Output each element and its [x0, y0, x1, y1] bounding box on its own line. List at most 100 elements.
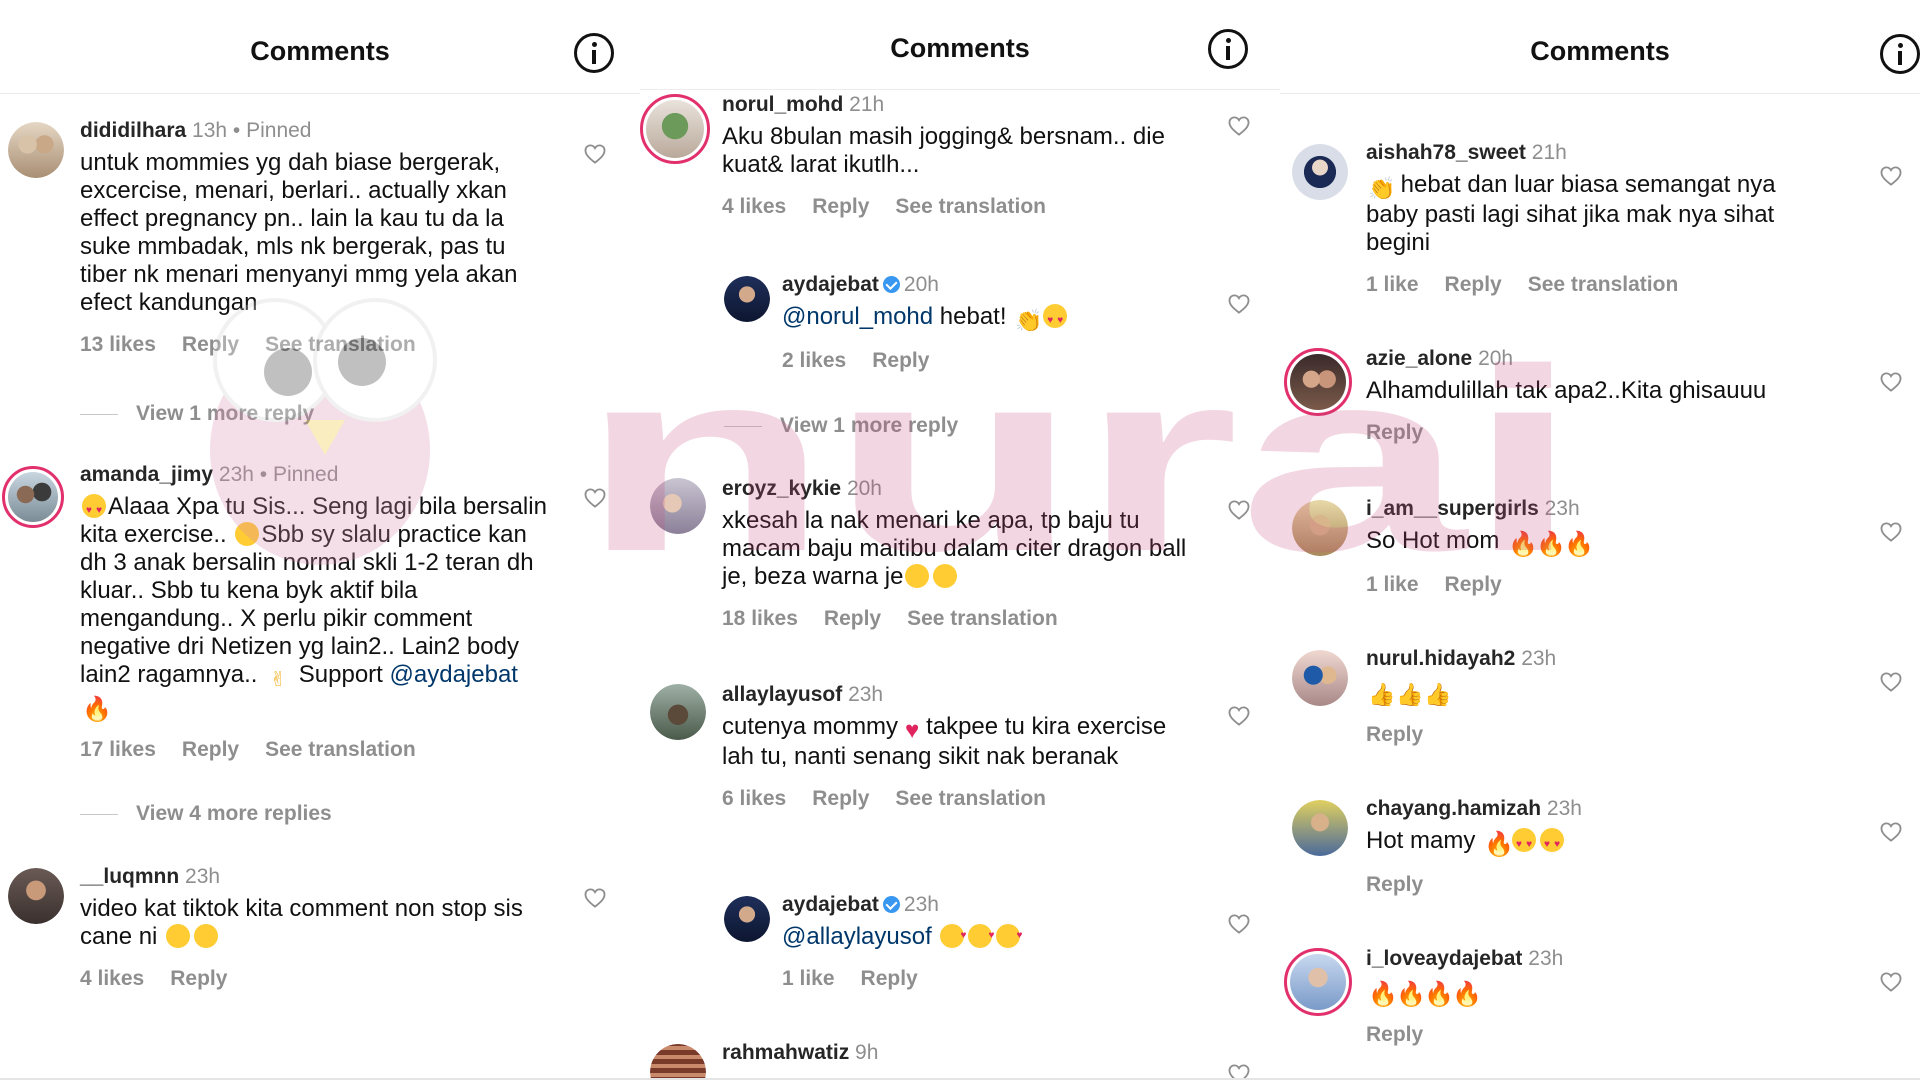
likes-count[interactable]: 1 like	[1366, 573, 1419, 596]
heart-outline-icon[interactable]	[1228, 294, 1250, 314]
comment-time: 21h	[849, 93, 885, 116]
avatar[interactable]	[1284, 948, 1352, 1016]
comment-username[interactable]: eroyz_kykie	[722, 477, 841, 500]
info-icon[interactable]	[1208, 29, 1248, 69]
comment-username[interactable]: nurul.hidayah2	[1366, 647, 1515, 670]
comment-username[interactable]: aydajebat	[782, 893, 879, 916]
likes-count[interactable]: 13 likes	[80, 333, 156, 356]
heart-outline-icon[interactable]	[1228, 706, 1250, 726]
comment-text: @allaylayusof	[782, 922, 1190, 951]
heart-outline-icon[interactable]	[1880, 972, 1902, 992]
comment-text: Hot mamy 🔥	[1366, 827, 1830, 859]
see-translation-button[interactable]: See translation	[265, 738, 416, 761]
avatar[interactable]	[1292, 144, 1348, 200]
reply-button[interactable]: Reply	[872, 349, 929, 372]
reply-button[interactable]: Reply	[170, 967, 227, 990]
comment-username[interactable]: __luqmnn	[80, 865, 179, 888]
reply-button[interactable]: Reply	[1366, 421, 1423, 444]
see-translation-button[interactable]: See translation	[895, 787, 1046, 810]
reply-button[interactable]: Reply	[1366, 873, 1423, 896]
reply-button[interactable]: Reply	[182, 333, 239, 356]
heart-eyes-emoji-icon	[82, 494, 106, 525]
avatar[interactable]	[8, 868, 64, 924]
info-icon[interactable]	[1880, 34, 1920, 74]
heart-outline-icon[interactable]	[1880, 672, 1902, 692]
pinned-label: • Pinned	[253, 463, 339, 486]
likes-count[interactable]: 2 likes	[782, 349, 846, 372]
mention-link[interactable]: @aydajebat	[390, 661, 518, 688]
reply-button[interactable]: Reply	[824, 607, 881, 630]
likes-count[interactable]: 6 likes	[722, 787, 786, 810]
likes-count[interactable]: 1 like	[782, 967, 835, 990]
likes-count[interactable]: 18 likes	[722, 607, 798, 630]
reply-button[interactable]: Reply	[1366, 1023, 1423, 1046]
comments-panel-2: Comments norul_mohd 21h Aku 8bulan masih…	[640, 0, 1280, 1080]
comment-username[interactable]: chayang.hamizah	[1366, 797, 1541, 820]
comment-username[interactable]: aishah78_sweet	[1366, 141, 1526, 164]
comment-username[interactable]: rahmahwatiz	[722, 1041, 849, 1064]
comments-header: Comments	[0, 0, 640, 94]
avatar[interactable]	[2, 466, 64, 528]
avatar[interactable]	[650, 478, 706, 534]
mention-link[interactable]: @allaylayusof	[782, 923, 932, 950]
heart-outline-icon[interactable]	[1880, 166, 1902, 186]
likes-count[interactable]: 1 like	[1366, 273, 1419, 296]
comment-time: 23h	[903, 893, 939, 916]
reply-button[interactable]: Reply	[1445, 273, 1502, 296]
comment-time: 23h	[1528, 947, 1564, 970]
see-translation-button[interactable]: See translation	[1528, 273, 1679, 296]
heart-outline-icon[interactable]	[584, 488, 606, 508]
heart-outline-icon[interactable]	[1880, 372, 1902, 392]
avatar[interactable]	[724, 896, 770, 942]
comment-username[interactable]: i_am__supergirls	[1366, 497, 1539, 520]
comment-username[interactable]: amanda_jimy	[80, 463, 213, 486]
comment-username[interactable]: dididilhara	[80, 119, 186, 142]
likes-count[interactable]: 17 likes	[80, 738, 156, 761]
heart-outline-icon[interactable]	[1228, 116, 1250, 136]
info-icon[interactable]	[574, 33, 614, 73]
heart-outline-icon[interactable]	[584, 144, 606, 164]
mention-link[interactable]: @norul_mohd	[782, 303, 933, 330]
comment-text: Alhamdulillah tak apa2..Kita ghisauuu	[1366, 377, 1767, 404]
comment-username[interactable]: aydajebat	[782, 273, 879, 296]
heart-outline-icon[interactable]	[1228, 500, 1250, 520]
see-translation-button[interactable]: See translation	[265, 333, 416, 356]
see-translation-button[interactable]: See translation	[907, 607, 1058, 630]
comment-username[interactable]: azie_alone	[1366, 347, 1472, 370]
comment-text: 🔥🔥🔥🔥	[1366, 977, 1830, 1007]
view-more-replies-button[interactable]: View 1 more reply	[724, 414, 958, 438]
avatar[interactable]	[724, 276, 770, 322]
avatar[interactable]	[640, 94, 710, 164]
comment-username[interactable]: norul_mohd	[722, 93, 843, 116]
reply-button[interactable]: Reply	[1366, 723, 1423, 746]
view-more-replies-button[interactable]: View 1 more reply	[80, 402, 314, 426]
reply-button[interactable]: Reply	[812, 195, 869, 218]
heart-outline-icon[interactable]	[1880, 822, 1902, 842]
likes-count[interactable]: 4 likes	[722, 195, 786, 218]
avatar[interactable]	[8, 122, 64, 178]
comment-time: 23h	[185, 865, 221, 888]
reply-button[interactable]: Reply	[1445, 573, 1502, 596]
comment-text: 👏 hebat dan luar biasa semangat nya baby…	[1366, 171, 1776, 256]
heart-outline-icon[interactable]	[584, 888, 606, 908]
comment-actions: Reply	[1366, 421, 1830, 445]
reply-button[interactable]: Reply	[861, 967, 918, 990]
comment-username[interactable]: i_loveaydajebat	[1366, 947, 1522, 970]
avatar[interactable]	[650, 684, 706, 740]
reply-button[interactable]: Reply	[182, 738, 239, 761]
reply-button[interactable]: Reply	[812, 787, 869, 810]
avatar[interactable]	[1292, 650, 1348, 706]
heart-outline-icon[interactable]	[1228, 914, 1250, 934]
view-more-replies-button[interactable]: View 4 more replies	[80, 802, 332, 826]
avatar[interactable]	[650, 1044, 706, 1080]
avatar[interactable]	[1292, 500, 1348, 556]
heart-outline-icon[interactable]	[1880, 522, 1902, 542]
avatar[interactable]	[1292, 800, 1348, 856]
comment-actions: 18 likes Reply See translation	[722, 607, 1190, 631]
fire-emoji-icon: 🔥	[82, 696, 112, 723]
avatar[interactable]	[1284, 348, 1352, 416]
see-translation-button[interactable]: See translation	[895, 195, 1046, 218]
comment-text: 👍👍👍	[1366, 677, 1830, 707]
comment-username[interactable]: allaylayusof	[722, 683, 842, 706]
likes-count[interactable]: 4 likes	[80, 967, 144, 990]
